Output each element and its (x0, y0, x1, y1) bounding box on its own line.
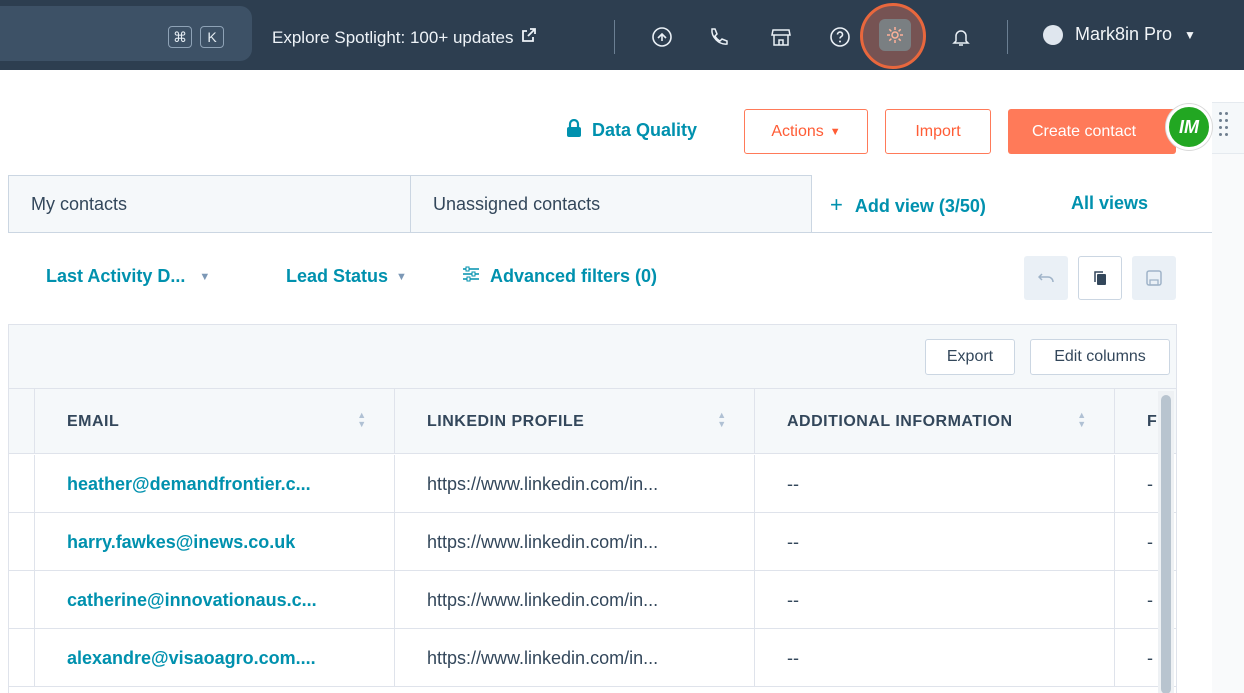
actions-label: Actions (771, 122, 824, 140)
additional-info-cell: -- (754, 571, 1115, 629)
contacts-table: Export Edit columns EMAIL ▲ ▼ LINKEDIN PR… (8, 324, 1177, 693)
email-cell[interactable]: catherine@innovationaus.c... (34, 571, 395, 629)
explore-spotlight-link[interactable]: Explore Spotlight: 100+ updates (272, 27, 537, 48)
toolbar-divider (1007, 20, 1008, 54)
table-row[interactable]: heather@demandfrontier.c... https://www.… (9, 455, 1176, 513)
avatar (1043, 24, 1063, 45)
phone-icon[interactable] (703, 22, 733, 52)
chevron-down-icon: ▼ (1184, 27, 1196, 42)
tab-unassigned-contacts[interactable]: Unassigned contacts (410, 175, 812, 233)
additional-info-cell: -- (754, 455, 1115, 513)
tab-my-contacts[interactable]: My contacts (8, 175, 411, 233)
all-views-link[interactable]: All views (1071, 193, 1148, 214)
edit-columns-button[interactable]: Edit columns (1030, 339, 1170, 375)
save-view-icon[interactable] (1132, 256, 1176, 300)
right-side-strip (1212, 154, 1244, 693)
sort-icon[interactable]: ▲ ▼ (1077, 411, 1087, 431)
last-activity-filter[interactable]: Last Activity D... ▼ (46, 266, 210, 287)
lead-status-label: Lead Status (286, 266, 389, 286)
data-quality-link[interactable]: Data Quality (566, 118, 698, 142)
table-row[interactable]: harry.fawkes@inews.co.uk https://www.lin… (9, 513, 1176, 571)
toolbar-divider (614, 20, 615, 54)
email-cell[interactable]: heather@demandfrontier.c... (34, 455, 395, 513)
email-cell[interactable]: harry.fawkes@inews.co.uk (34, 513, 395, 571)
gear-icon[interactable] (879, 19, 911, 51)
copy-icon[interactable] (1078, 256, 1122, 300)
plus-icon: + (830, 192, 843, 217)
data-quality-label: Data Quality (592, 120, 698, 140)
edit-columns-label: Edit columns (1054, 348, 1146, 365)
linkedin-cell: https://www.linkedin.com/in... (394, 629, 755, 687)
actions-button[interactable]: Actions ▼ (744, 109, 868, 154)
advanced-filters-label: Advanced filters (0) (490, 266, 658, 286)
vertical-scrollbar[interactable] (1158, 391, 1174, 693)
bell-icon[interactable] (946, 22, 976, 52)
explore-spotlight-text: Explore Spotlight: 100+ updates (272, 28, 514, 47)
linkedin-cell: https://www.linkedin.com/in... (394, 571, 755, 629)
column-header-email[interactable]: EMAIL ▲ ▼ (34, 389, 395, 454)
import-button[interactable]: Import (885, 109, 991, 154)
linkedin-cell: https://www.linkedin.com/in... (394, 513, 755, 571)
caret-down-icon: ▼ (829, 125, 841, 138)
column-title: F (1147, 412, 1158, 430)
column-title: LINKEDIN PROFILE (427, 412, 585, 430)
extension-badge-text: IM (1179, 116, 1199, 137)
upgrade-icon[interactable] (647, 22, 677, 52)
export-label: Export (946, 348, 994, 365)
tab-label: Unassigned contacts (433, 193, 601, 214)
advanced-filters-button[interactable]: Advanced filters (0) (462, 266, 657, 287)
sort-icon[interactable]: ▲ ▼ (357, 411, 367, 431)
add-view-label: Add view (3/50) (854, 196, 986, 216)
caret-down-icon: ▼ (199, 270, 211, 283)
filter-sliders-icon (462, 266, 480, 287)
column-header-linkedin[interactable]: LINKEDIN PROFILE ▲ ▼ (394, 389, 755, 454)
linkedin-cell: https://www.linkedin.com/in... (394, 455, 755, 513)
create-contact-label: Create contact (1032, 122, 1137, 140)
table-header: EMAIL ▲ ▼ LINKEDIN PROFILE ▲ ▼ ADDITIONAL … (9, 389, 1176, 454)
email-cell[interactable]: alexandre@visaoagro.com.... (34, 629, 395, 687)
additional-info-cell: -- (754, 629, 1115, 687)
lead-status-filter[interactable]: Lead Status ▼ (286, 266, 407, 287)
table-row[interactable]: catherine@innovationaus.c... https://www… (9, 571, 1176, 629)
drag-handle-icon[interactable] (1219, 112, 1229, 142)
external-link-icon (521, 27, 537, 48)
help-icon[interactable] (825, 22, 855, 52)
import-label: Import (915, 122, 961, 140)
extension-badge[interactable]: IM (1166, 104, 1212, 150)
undo-icon[interactable] (1024, 256, 1068, 300)
table-row[interactable]: alexandre@visaoagro.com.... https://www.… (9, 629, 1176, 687)
table-toolbar: Export Edit columns (9, 325, 1176, 389)
marketplace-icon[interactable] (766, 22, 796, 52)
lock-icon (566, 118, 582, 142)
export-button[interactable]: Export (925, 339, 1015, 375)
tab-label: My contacts (31, 193, 128, 214)
scrollbar-thumb[interactable] (1161, 395, 1171, 693)
column-title: ADDITIONAL INFORMATION (787, 412, 1013, 430)
last-activity-label: Last Activity D... (46, 266, 186, 286)
column-header-additional-info[interactable]: ADDITIONAL INFORMATION ▲ ▼ (754, 389, 1115, 454)
add-view-button[interactable]: + Add view (3/50) (830, 192, 986, 218)
create-contact-button[interactable]: Create contact (1008, 109, 1176, 154)
additional-info-cell: -- (754, 513, 1115, 571)
shortcut-key-k: K (200, 26, 224, 48)
sort-icon[interactable]: ▲ ▼ (717, 411, 727, 431)
account-menu[interactable]: Mark8in Pro ▼ (1043, 24, 1196, 45)
caret-down-icon: ▼ (396, 270, 407, 283)
account-name: Mark8in Pro (1075, 24, 1173, 44)
tab-divider (811, 232, 1212, 233)
top-navigation-bar: ⌘ K Explore Spotlight: 100+ updates Mark… (0, 0, 1244, 70)
column-title: EMAIL (67, 412, 120, 430)
shortcut-key-cmd: ⌘ (168, 26, 192, 48)
